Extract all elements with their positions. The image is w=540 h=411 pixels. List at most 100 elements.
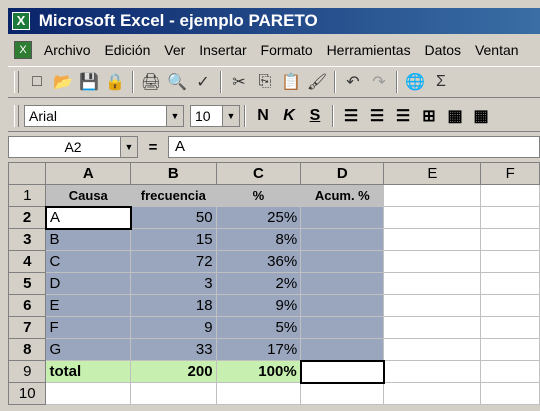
column-header-a[interactable]: A: [45, 162, 132, 185]
cell-b3[interactable]: 15: [130, 228, 217, 251]
cell-e4[interactable]: [383, 250, 482, 273]
row-header-4[interactable]: 4: [7, 250, 47, 273]
print-preview-icon[interactable]: 🔍: [164, 70, 190, 94]
cell-a1[interactable]: Causa: [45, 184, 132, 207]
align-right-icon[interactable]: ☰: [390, 104, 416, 128]
cell-e1[interactable]: [383, 184, 482, 207]
cell-d3[interactable]: [300, 228, 385, 251]
row-header-2[interactable]: 2: [7, 206, 47, 229]
font-size-select[interactable]: 10 ▼: [190, 104, 240, 127]
row-header-3[interactable]: 3: [7, 228, 47, 251]
menu-archivo[interactable]: Archivo: [44, 36, 91, 64]
cell-a4[interactable]: C: [45, 250, 132, 273]
cell-b8[interactable]: 33: [130, 338, 217, 361]
cell-d1[interactable]: Acum. %: [300, 184, 385, 207]
cell-f7[interactable]: [480, 316, 540, 339]
cell-d4[interactable]: [300, 250, 385, 273]
cell-d9[interactable]: [299, 359, 385, 384]
formula-input[interactable]: A: [168, 136, 540, 158]
format-painter-icon[interactable]: 🖌: [304, 70, 330, 94]
menu-insertar[interactable]: Insertar: [199, 36, 246, 64]
menu-ver[interactable]: Ver: [164, 36, 185, 64]
cell-a9[interactable]: total: [45, 360, 132, 383]
cell-b6[interactable]: 18: [130, 294, 217, 317]
cell-b9[interactable]: 200: [130, 360, 217, 383]
cell-a5[interactable]: D: [45, 272, 132, 295]
cell-d6[interactable]: [300, 294, 385, 317]
cell-f1[interactable]: [480, 184, 540, 207]
cell-b1[interactable]: frecuencia: [130, 184, 217, 207]
column-header-e[interactable]: E: [383, 162, 482, 185]
cell-f9[interactable]: [480, 360, 540, 383]
autosum-icon[interactable]: Σ: [428, 70, 454, 94]
column-header-f[interactable]: F: [480, 162, 540, 185]
column-header-b[interactable]: B: [130, 162, 217, 185]
cell-d5[interactable]: [300, 272, 385, 295]
select-all-corner[interactable]: [7, 162, 47, 185]
cell-c7[interactable]: 5%: [215, 316, 302, 339]
cell-c3[interactable]: 8%: [215, 228, 302, 251]
cell-e9[interactable]: [383, 360, 482, 383]
cell-c5[interactable]: 2%: [215, 272, 302, 295]
permission-icon[interactable]: 🔒: [102, 70, 128, 94]
chevron-down-icon[interactable]: ▼: [166, 105, 183, 126]
cell-d7[interactable]: [300, 316, 385, 339]
cell-c9[interactable]: 100%: [215, 360, 302, 383]
cell-c4[interactable]: 36%: [215, 250, 302, 273]
cell-b10[interactable]: [130, 382, 217, 405]
spelling-icon[interactable]: ✓: [190, 70, 216, 94]
cell-c1[interactable]: %: [215, 184, 302, 207]
italic-button[interactable]: K: [276, 104, 302, 128]
toolbar-grip[interactable]: [14, 104, 19, 127]
cell-e6[interactable]: [383, 294, 482, 317]
cell-c2[interactable]: 25%: [215, 206, 302, 229]
align-left-icon[interactable]: ☰: [338, 104, 364, 128]
cell-e10[interactable]: [383, 382, 482, 405]
redo-icon[interactable]: ↷: [366, 70, 392, 94]
cell-d10[interactable]: [300, 382, 385, 405]
cell-e7[interactable]: [383, 316, 482, 339]
paste-icon[interactable]: 📋: [278, 70, 304, 94]
column-header-d[interactable]: D: [300, 162, 385, 185]
menu-formato[interactable]: Formato: [261, 36, 313, 64]
print-icon[interactable]: 🖨: [138, 70, 164, 94]
bold-button[interactable]: N: [250, 104, 276, 128]
cell-e5[interactable]: [383, 272, 482, 295]
cell-f10[interactable]: [480, 382, 540, 405]
cell-b4[interactable]: 72: [130, 250, 217, 273]
cell-b2[interactable]: 50: [130, 206, 217, 229]
row-header-5[interactable]: 5: [7, 272, 47, 295]
cut-icon[interactable]: ✂: [226, 70, 252, 94]
cell-c10[interactable]: [215, 382, 302, 405]
cell-f6[interactable]: [480, 294, 540, 317]
cell-d8[interactable]: [300, 338, 385, 361]
cell-b7[interactable]: 9: [130, 316, 217, 339]
row-header-8[interactable]: 8: [7, 338, 47, 361]
cell-a6[interactable]: E: [45, 294, 132, 317]
row-header-6[interactable]: 6: [7, 294, 47, 317]
cell-a7[interactable]: F: [45, 316, 132, 339]
copy-icon[interactable]: ⎘: [252, 70, 278, 94]
cell-a8[interactable]: G: [45, 338, 132, 361]
chevron-down-icon[interactable]: ▼: [120, 137, 137, 157]
row-header-1[interactable]: 1: [7, 184, 47, 207]
cell-c8[interactable]: 17%: [215, 338, 302, 361]
cell-f4[interactable]: [480, 250, 540, 273]
undo-icon[interactable]: ↶: [340, 70, 366, 94]
font-select[interactable]: Arial ▼: [24, 104, 184, 127]
save-icon[interactable]: 💾: [76, 70, 102, 94]
cell-e3[interactable]: [383, 228, 482, 251]
cell-e2[interactable]: [383, 206, 482, 229]
hyperlink-icon[interactable]: 🌐: [402, 70, 428, 94]
cell-f5[interactable]: [480, 272, 540, 295]
menu-datos[interactable]: Datos: [424, 36, 461, 64]
align-center-icon[interactable]: ☰: [364, 104, 390, 128]
underline-button[interactable]: S: [302, 104, 328, 128]
row-header-7[interactable]: 7: [7, 316, 47, 339]
cell-a10[interactable]: [45, 382, 132, 405]
merge-center-icon[interactable]: ⊞: [416, 104, 442, 128]
cell-c6[interactable]: 9%: [215, 294, 302, 317]
new-icon[interactable]: □: [24, 70, 50, 94]
workbook-icon[interactable]: X: [14, 41, 32, 59]
borders-icon[interactable]: ▦: [442, 104, 468, 128]
